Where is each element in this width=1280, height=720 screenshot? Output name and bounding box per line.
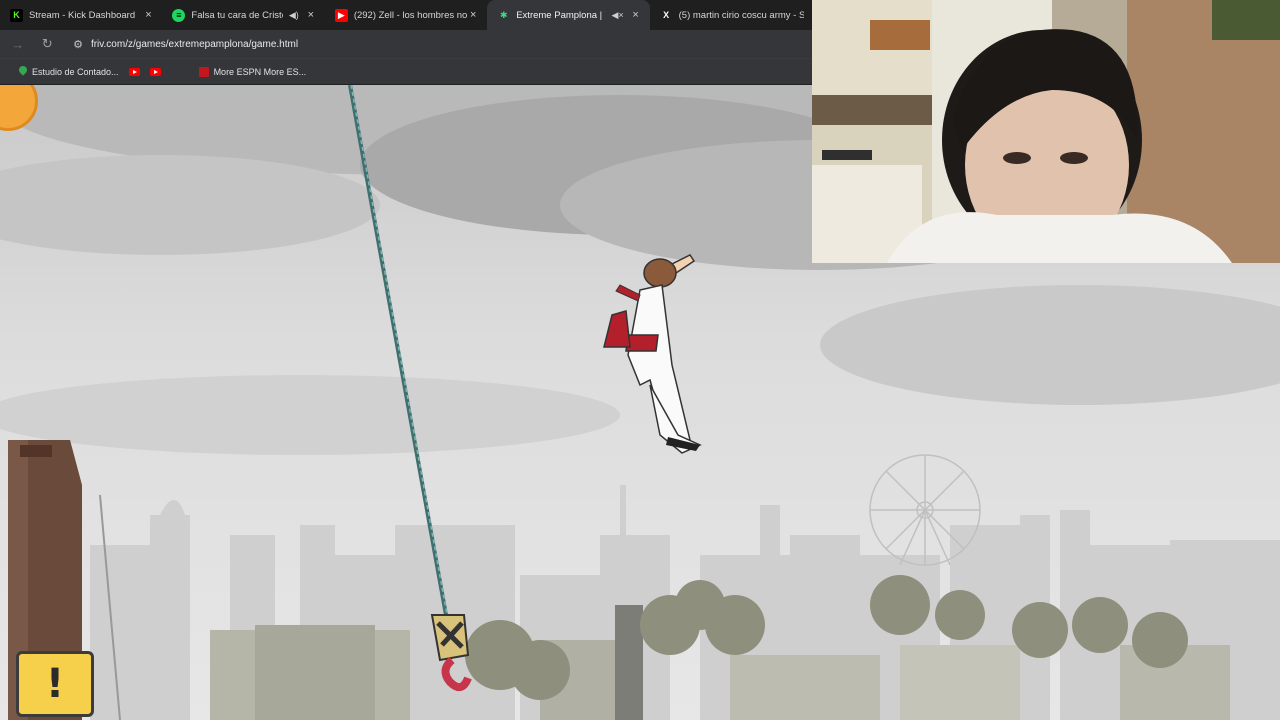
bookmark-label: Estudio de Contado...: [32, 66, 119, 77]
bookmark-espn[interactable]: More ESPN More ES...: [198, 66, 307, 77]
youtube-icon: [128, 67, 140, 76]
tab-title: (292) Zell - los hombres no llor: [353, 9, 468, 21]
bookmark-estudio[interactable]: Estudio de Contado...: [18, 66, 119, 77]
tab-title: (5) martin cirio coscu army - S: [678, 9, 805, 21]
bookmark-label: More ESPN More ES...: [213, 66, 307, 77]
espn-icon: [198, 66, 209, 77]
close-icon[interactable]: ×: [142, 9, 154, 21]
exclamation-icon: !: [45, 661, 65, 707]
tab-extreme-pamplona[interactable]: ✱ Extreme Pamplona | Works ◀× ×: [487, 0, 650, 30]
tab-spotify[interactable]: ≡ Falsa tu cara de Cristo • en ◀) ×: [162, 0, 324, 30]
tab-title: Stream - Kick Dashboard: [29, 9, 136, 21]
ferris-wheel: [869, 454, 981, 566]
youtube-icon: [149, 67, 161, 76]
bookmark-youtube-2[interactable]: [149, 67, 161, 76]
muted-speaker-icon[interactable]: ◀×: [611, 10, 623, 21]
tab-x[interactable]: X (5) martin cirio coscu army - S: [650, 0, 812, 30]
maps-pin-icon: [18, 66, 27, 77]
tab-kick-dashboard[interactable]: K Stream - Kick Dashboard ×: [0, 0, 162, 30]
close-icon[interactable]: ×: [305, 9, 317, 21]
tab-title: Extreme Pamplona | Works: [516, 9, 605, 21]
site-settings-icon[interactable]: ⚙: [73, 38, 83, 51]
youtube-icon: ▶: [334, 8, 348, 22]
close-icon[interactable]: ×: [630, 9, 642, 21]
tab-youtube[interactable]: ▶ (292) Zell - los hombres no llor ×: [325, 0, 487, 30]
tab-title: Falsa tu cara de Cristo • en: [191, 9, 282, 21]
address-bar[interactable]: ⚙ friv.com/z/games/extremepamplona/game.…: [67, 33, 813, 55]
url-text: friv.com/z/games/extremepamplona/game.ht…: [90, 38, 299, 50]
alert-button[interactable]: !: [16, 651, 94, 717]
runner-character: [603, 254, 702, 454]
x-icon: X: [663, 10, 670, 20]
bookmark-youtube-1[interactable]: [128, 67, 140, 76]
bookmarks-bar: Estudio de Contado... More ESPN More ES.…: [0, 58, 812, 84]
webcam-feed: [812, 0, 1280, 263]
game-icon: ✱: [499, 9, 508, 20]
kick-icon: K: [10, 8, 23, 22]
spotify-icon: ≡: [172, 8, 186, 22]
tab-strip: K Stream - Kick Dashboard × ≡ Falsa tu c…: [0, 0, 812, 30]
speaker-icon[interactable]: ◀): [289, 10, 299, 21]
close-icon[interactable]: ×: [467, 9, 479, 21]
forward-icon[interactable]: →: [6, 32, 30, 56]
reload-icon[interactable]: ↻: [36, 32, 60, 56]
toolbar: → ↻ ⚙ friv.com/z/games/extremepamplona/g…: [0, 30, 813, 58]
webcam-overlay: [812, 0, 1280, 263]
